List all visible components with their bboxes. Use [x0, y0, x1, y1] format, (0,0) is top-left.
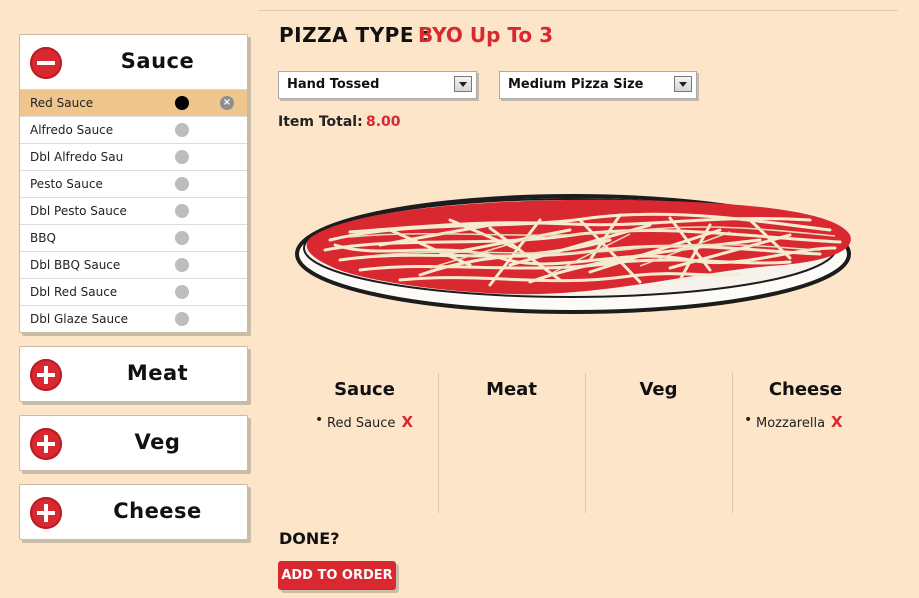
sauce-item-dbl-alfredo[interactable]: Dbl Alfredo Sau — [20, 144, 247, 171]
item-total-label: Item Total: — [278, 114, 363, 130]
summary-meat-title: Meat — [486, 379, 537, 400]
unselected-dot-icon[interactable] — [175, 150, 189, 164]
sauce-list: Red Sauce × Alfredo Sauce Dbl Alfredo Sa… — [20, 89, 247, 332]
sauce-panel-title: Sauce — [120, 49, 195, 73]
remove-x-icon[interactable]: X — [831, 413, 843, 431]
remove-x-icon[interactable]: X — [401, 413, 413, 431]
list-item: Mozzarella X — [744, 412, 843, 431]
summary-sauce-title: Sauce — [334, 379, 395, 400]
unselected-dot-icon[interactable] — [175, 177, 189, 191]
meat-panel-header[interactable]: Meat — [20, 347, 247, 401]
cheese-panel[interactable]: Cheese — [19, 484, 248, 540]
sauce-item-dbl-red[interactable]: Dbl Red Sauce — [20, 279, 247, 306]
cheese-panel-title: Cheese — [113, 499, 202, 523]
veg-panel-title: Veg — [134, 430, 181, 454]
sauce-item-label: Dbl BBQ Sauce — [30, 258, 121, 272]
sauce-item-dbl-glaze[interactable]: Dbl Glaze Sauce — [20, 306, 247, 332]
sauce-item-label: BBQ — [30, 231, 56, 245]
unselected-dot-icon[interactable] — [175, 123, 189, 137]
sauce-item-label: Red Sauce — [30, 96, 94, 110]
sauce-item-bbq[interactable]: BBQ — [20, 225, 247, 252]
summary-item-label: Red Sauce — [327, 416, 396, 431]
top-divider — [258, 10, 898, 11]
summary-sauce-column: Sauce Red Sauce X — [291, 373, 439, 513]
done-label: DONE? — [279, 529, 340, 548]
plus-icon[interactable] — [30, 497, 62, 529]
sauce-panel-header[interactable]: Sauce — [20, 35, 247, 89]
remove-circle-icon[interactable]: × — [220, 96, 234, 110]
sauce-panel: Sauce Red Sauce × Alfredo Sauce Dbl Alfr… — [19, 34, 248, 333]
summary-cheese-list: Mozzarella X — [732, 412, 843, 431]
unselected-dot-icon[interactable] — [175, 204, 189, 218]
summary-sauce-list: Red Sauce X — [291, 412, 413, 431]
list-item: Red Sauce X — [315, 412, 413, 431]
summary-item-label: Mozzarella — [756, 416, 826, 431]
pizza-image — [295, 194, 851, 314]
sauce-item-pesto-sauce[interactable]: Pesto Sauce — [20, 171, 247, 198]
crust-select-value: Hand Tossed — [287, 77, 380, 92]
veg-panel[interactable]: Veg — [19, 415, 248, 471]
minus-icon[interactable] — [30, 47, 62, 79]
sauce-item-dbl-pesto[interactable]: Dbl Pesto Sauce — [20, 198, 247, 225]
cheese-panel-header[interactable]: Cheese — [20, 485, 247, 539]
sauce-item-dbl-bbq[interactable]: Dbl BBQ Sauce — [20, 252, 247, 279]
summary-veg-title: Veg — [639, 379, 678, 400]
add-to-order-button[interactable]: ADD TO ORDER — [278, 561, 396, 590]
plus-icon[interactable] — [30, 359, 62, 391]
dropdown-arrow-icon[interactable] — [674, 76, 692, 92]
sauce-item-label: Dbl Red Sauce — [30, 285, 118, 299]
unselected-dot-icon[interactable] — [175, 231, 189, 245]
selected-dot-icon[interactable] — [175, 96, 189, 110]
dropdown-arrow-icon[interactable] — [454, 76, 472, 92]
sauce-item-label: Dbl Alfredo Sau — [30, 150, 124, 164]
sauce-item-label: Dbl Glaze Sauce — [30, 312, 129, 326]
meat-panel[interactable]: Meat — [19, 346, 248, 402]
summary-cheese-title: Cheese — [768, 379, 843, 400]
pizza-type-label: PIZZA TYPE : — [279, 23, 430, 47]
item-total-value: 8.00 — [366, 114, 401, 130]
pizza-type-value: BYO Up To 3 — [418, 23, 554, 47]
sauce-item-label: Alfredo Sauce — [30, 123, 114, 137]
unselected-dot-icon[interactable] — [175, 285, 189, 299]
unselected-dot-icon[interactable] — [175, 312, 189, 326]
sauce-item-red-sauce[interactable]: Red Sauce × — [20, 90, 247, 117]
sauce-item-alfredo-sauce[interactable]: Alfredo Sauce — [20, 117, 247, 144]
plus-icon[interactable] — [30, 428, 62, 460]
summary-meat-column: Meat — [438, 373, 586, 513]
size-select-value: Medium Pizza Size — [508, 77, 644, 92]
summary-cheese-column: Cheese Mozzarella X — [732, 373, 879, 513]
meat-panel-title: Meat — [126, 361, 189, 385]
size-select[interactable]: Medium Pizza Size — [499, 71, 697, 99]
sauce-item-label: Dbl Pesto Sauce — [30, 204, 127, 218]
sauce-item-label: Pesto Sauce — [30, 177, 103, 191]
crust-select[interactable]: Hand Tossed — [278, 71, 477, 99]
unselected-dot-icon[interactable] — [175, 258, 189, 272]
summary-veg-column: Veg — [585, 373, 733, 513]
veg-panel-header[interactable]: Veg — [20, 416, 247, 470]
